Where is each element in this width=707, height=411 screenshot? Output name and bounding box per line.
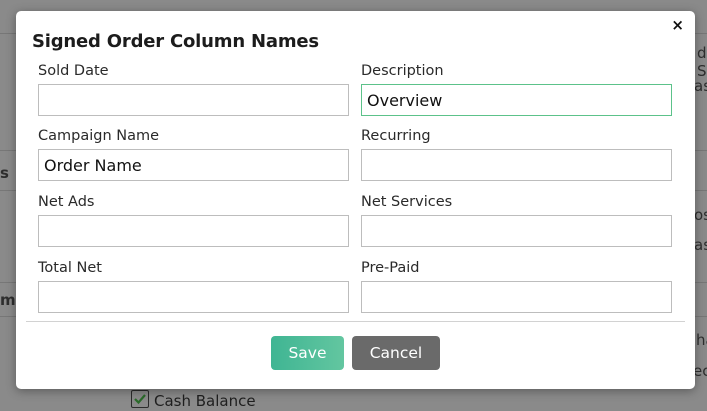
signed-order-column-names-dialog: × Signed Order Column Names Sold Date De…: [16, 11, 695, 389]
sold-date-input[interactable]: [38, 84, 349, 116]
net-ads-label: Net Ads: [38, 194, 95, 210]
background-partial-text: ha: [696, 331, 707, 349]
close-icon[interactable]: ×: [671, 17, 684, 33]
campaign-name-label: Campaign Name: [38, 128, 160, 144]
campaign-name-input[interactable]: [38, 149, 349, 181]
net-ads-field: Net Ads: [38, 193, 349, 247]
pre-paid-label: Pre-Paid: [361, 260, 420, 276]
campaign-name-field: Campaign Name: [38, 127, 349, 181]
dialog-title: Signed Order Column Names: [32, 31, 319, 52]
total-net-label: Total Net: [38, 260, 102, 276]
recurring-field: Recurring: [361, 127, 672, 181]
pre-paid-field: Pre-Paid: [361, 259, 672, 313]
description-label: Description: [361, 63, 444, 79]
background-partial-text: os: [694, 206, 707, 224]
sold-date-label: Sold Date: [38, 63, 109, 79]
total-net-field: Total Net: [38, 259, 349, 313]
checkmark-icon: [134, 394, 146, 405]
recurring-label: Recurring: [361, 128, 431, 144]
background-partial-text: d S: [697, 44, 707, 80]
recurring-input[interactable]: [361, 149, 672, 181]
cancel-button[interactable]: Cancel: [352, 336, 440, 370]
description-field: Description: [361, 62, 672, 116]
net-services-field: Net Services: [361, 193, 672, 247]
pre-paid-input[interactable]: [361, 281, 672, 313]
net-services-input[interactable]: [361, 215, 672, 247]
net-services-label: Net Services: [361, 194, 453, 210]
background-partial-text: ec: [693, 362, 707, 380]
footer-divider: [26, 321, 685, 322]
background-partial-text: ast: [694, 77, 707, 95]
background-partial-text: s: [0, 164, 9, 182]
cash-balance-checkbox[interactable]: [131, 390, 149, 408]
background-partial-text: ash: [694, 236, 707, 254]
save-button[interactable]: Save: [271, 336, 344, 370]
sold-date-field: Sold Date: [38, 62, 349, 116]
description-input[interactable]: [361, 84, 672, 116]
net-ads-input[interactable]: [38, 215, 349, 247]
cash-balance-label: Cash Balance: [154, 392, 256, 410]
total-net-input[interactable]: [38, 281, 349, 313]
